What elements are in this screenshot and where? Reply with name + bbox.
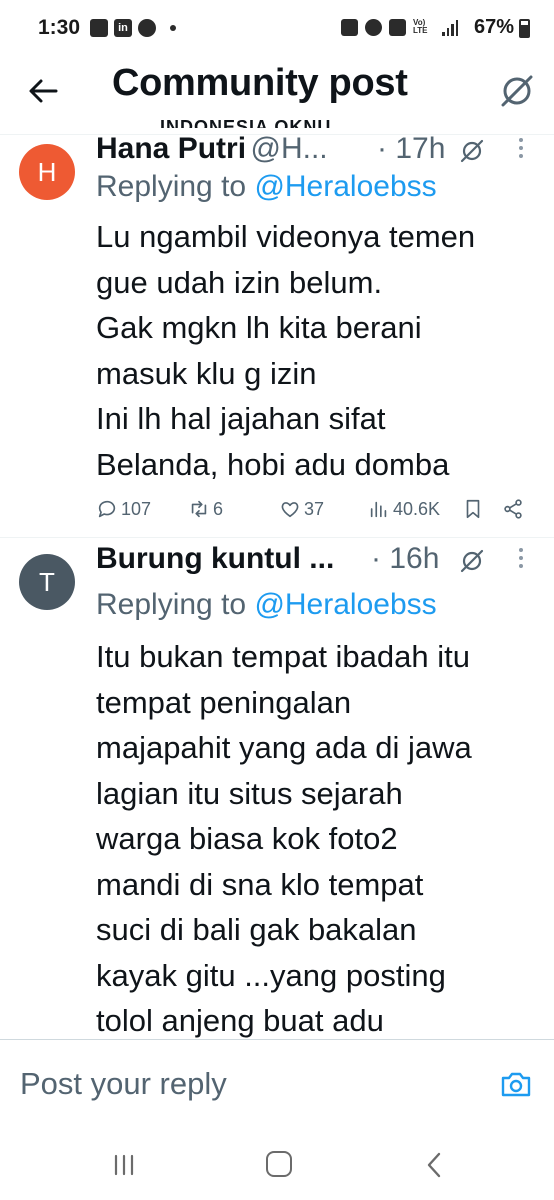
- replying-to-label: Replying to: [96, 170, 247, 203]
- replying-to: Replying to @Heraloebss: [96, 170, 437, 204]
- post-text-line: tempat peningalan: [96, 684, 352, 720]
- system-navigation-bar: [0, 1133, 554, 1200]
- reply-button[interactable]: 107: [96, 498, 151, 520]
- post-text-line: gue udah izin belum.: [96, 264, 383, 300]
- bookmark-button[interactable]: [462, 498, 484, 520]
- grok-icon[interactable]: [459, 548, 485, 574]
- post-text-line: mandi di sna klo tempat: [96, 866, 424, 902]
- replying-to-label: Replying to: [96, 588, 247, 621]
- view-count: 40.6K: [393, 498, 441, 519]
- alarm-icon: [365, 19, 382, 36]
- more-options-icon[interactable]: [517, 138, 525, 160]
- reply-icon: [98, 500, 116, 518]
- status-system-icons: Vo) LTE: [341, 19, 458, 36]
- post-text-line: Itu bukan tempat ibadah itu: [96, 639, 470, 674]
- back-arrow-icon[interactable]: [26, 74, 60, 108]
- app-notification-icon: [138, 19, 156, 37]
- post-action-bar: 107 6 37 40.6K: [96, 498, 536, 524]
- post-text-line: Belanda, hobi adu domba: [96, 446, 450, 482]
- reply-input[interactable]: Post your reply: [20, 1066, 227, 1102]
- repost-icon: [191, 500, 207, 518]
- post-text-line: masuk klu g izin: [96, 355, 317, 391]
- avatar[interactable]: T: [19, 554, 75, 610]
- replying-to: Replying to @Heraloebss: [96, 588, 437, 622]
- battery-percent: 67%: [473, 16, 514, 38]
- top-app-bar: Community post INDONESIA OKNU: [0, 58, 554, 136]
- share-icon: [504, 499, 522, 519]
- reply-count: 107: [121, 498, 152, 519]
- like-count: 37: [304, 498, 325, 519]
- post-timestamp[interactable]: · 17h: [377, 132, 445, 166]
- repost-button[interactable]: 6: [188, 498, 223, 520]
- check-notification-icon: [90, 19, 108, 37]
- linkedin-notification-icon: in: [114, 19, 132, 37]
- post-header: Burung kuntul ... · 16h: [96, 542, 536, 580]
- user-handle[interactable]: @H...: [250, 132, 327, 165]
- status-time: 1:30: [38, 16, 81, 39]
- reply-composer[interactable]: Post your reply: [0, 1039, 554, 1133]
- share-button[interactable]: [502, 498, 524, 520]
- post-text-line: Lu ngambil videonya temen: [96, 219, 476, 254]
- nfc-icon: [341, 19, 358, 36]
- page-title: Community post: [112, 62, 408, 104]
- replying-to-mention[interactable]: @Heraloebss: [254, 588, 436, 621]
- like-button[interactable]: 37: [279, 498, 324, 520]
- reply-post[interactable]: H Hana Putri @H... · 17h Replying to @He…: [0, 132, 554, 538]
- avatar[interactable]: H: [19, 144, 75, 200]
- replying-to-mention[interactable]: @Heraloebss: [254, 170, 436, 203]
- battery-icon: [519, 19, 530, 38]
- display-name[interactable]: Hana Putri: [96, 132, 246, 165]
- post-text-line: lagian itu situs sejarah: [96, 775, 403, 811]
- reply-post[interactable]: T Burung kuntul ... · 16h Replying to @H…: [0, 542, 554, 1038]
- community-name-peek: INDONESIA OKNU: [160, 117, 332, 128]
- signal-icon: [442, 19, 458, 36]
- status-bar: 1:30 in Vo) LTE 67%: [0, 0, 554, 58]
- heart-icon: [281, 502, 299, 518]
- views-icon: [370, 501, 387, 518]
- post-timestamp[interactable]: · 16h: [371, 542, 439, 576]
- mute-icon: [389, 19, 406, 36]
- post-text-line: kayak gitu ...yang posting: [96, 957, 446, 993]
- grok-icon[interactable]: [459, 138, 485, 164]
- post-text-line: majapahit yang ada di jawa: [96, 730, 472, 765]
- more-notifications-dot-icon: [170, 25, 176, 31]
- repost-count: 6: [213, 498, 224, 519]
- recent-apps-icon[interactable]: [112, 1153, 136, 1177]
- system-back-icon[interactable]: [424, 1151, 444, 1179]
- bookmark-icon: [466, 499, 480, 519]
- home-button-icon[interactable]: [266, 1151, 292, 1177]
- camera-icon[interactable]: [500, 1070, 532, 1098]
- post-text-line: warga biasa kok foto2: [96, 821, 398, 856]
- post-text: Itu bukan tempat ibadah itu tempat penin…: [96, 634, 546, 1044]
- post-text-line: Ini lh hal jajahan sifat: [96, 401, 386, 436]
- status-notification-icons: in: [90, 19, 176, 37]
- grok-icon[interactable]: [498, 72, 536, 110]
- volte-4g-icon: Vo) LTE: [413, 18, 428, 35]
- more-options-icon[interactable]: [517, 548, 525, 570]
- post-text: Lu ngambil videonya temen gue udah izin …: [96, 214, 546, 487]
- post-text-line: Gak mgkn lh kita berani: [96, 310, 422, 345]
- post-header: Hana Putri @H... · 17h: [96, 132, 536, 170]
- post-text-line: suci di bali gak bakalan: [96, 912, 417, 947]
- post-text-line: tolol anjeng buat adu: [96, 1003, 384, 1038]
- views-button[interactable]: 40.6K: [368, 498, 440, 520]
- display-name[interactable]: Burung kuntul ...: [96, 542, 334, 575]
